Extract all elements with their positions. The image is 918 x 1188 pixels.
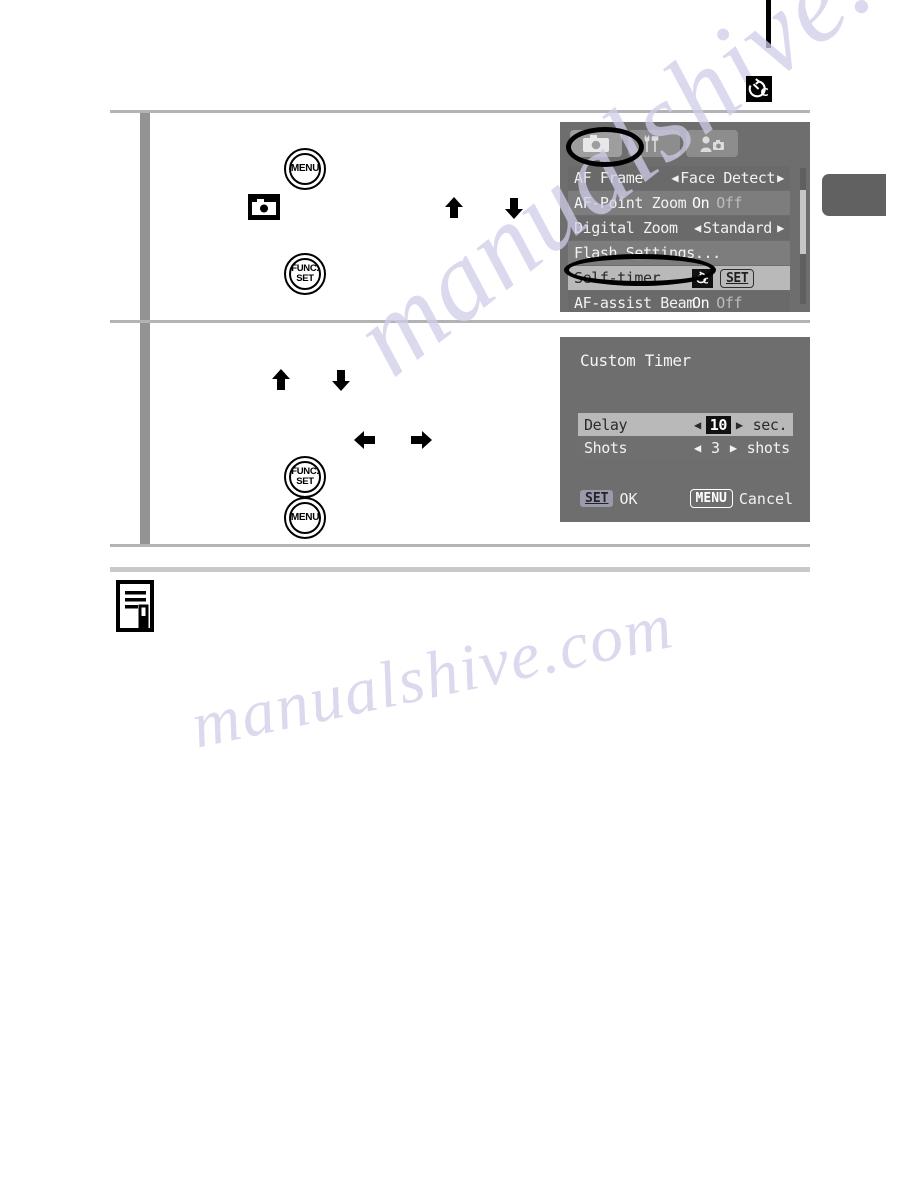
page-header-rule xyxy=(766,0,771,48)
delay-value: 10 xyxy=(705,415,731,434)
option-off[interactable]: Off xyxy=(716,294,742,312)
chevron-right-icon[interactable]: ▶ xyxy=(775,221,790,235)
cancel-label: Cancel xyxy=(738,489,794,508)
chevron-right-icon[interactable]: ▶ xyxy=(775,171,790,185)
option-on[interactable]: On xyxy=(692,294,716,312)
func-set-button-label-bottom: SET xyxy=(296,476,314,487)
func-set-button[interactable]: FUNC. SET xyxy=(284,456,326,498)
option-off[interactable]: Off xyxy=(716,194,742,212)
menu-row-label: AF-assist Beam xyxy=(574,294,695,312)
highlight-oval-self-timer xyxy=(564,254,716,286)
highlight-oval-shooting-tab xyxy=(566,127,644,167)
section-divider-note xyxy=(110,567,810,572)
menu-row-label: AF-Point Zoom xyxy=(574,194,687,212)
custom-timer-row-delay[interactable]: Delay ◀ 10 ▶ sec. xyxy=(578,413,793,436)
row-control: ◀ 10 ▶ sec. xyxy=(692,415,788,434)
chapter-thumb-tab xyxy=(822,174,886,216)
menu-row-digital-zoom[interactable]: Digital Zoom ◀ Standard ▶ xyxy=(568,216,790,240)
menu-row-af-frame[interactable]: AF Frame ◀ Face Detect ▶ xyxy=(568,166,790,190)
section-divider-bottom xyxy=(110,544,810,547)
set-chip: SET xyxy=(580,490,614,507)
menu-scrollbar-thumb[interactable] xyxy=(800,190,806,254)
tab-my-camera[interactable] xyxy=(686,130,738,157)
menu-button-label: MENU xyxy=(290,163,320,174)
menu-scrollbar[interactable] xyxy=(800,168,806,304)
chevron-left-icon[interactable]: ◀ xyxy=(692,441,703,455)
arrow-down-icon xyxy=(330,368,352,392)
menu-button[interactable]: MENU xyxy=(284,497,326,539)
menu-row-label: AF Frame xyxy=(574,169,644,187)
step-group-bar xyxy=(140,112,150,546)
chevron-right-icon[interactable]: ▶ xyxy=(734,418,745,432)
chevron-left-icon[interactable]: ◀ xyxy=(669,171,680,185)
row-control: ◀ 3 ▶ shots xyxy=(692,439,790,457)
menu-item-list: AF Frame ◀ Face Detect ▶ AF-Point Zoom O… xyxy=(568,166,790,312)
shots-value: 3 xyxy=(711,438,720,457)
delay-unit: sec. xyxy=(752,415,788,434)
chevron-left-icon[interactable]: ◀ xyxy=(692,221,703,235)
set-chip[interactable]: SET xyxy=(720,268,755,288)
svg-text:C: C xyxy=(761,86,769,99)
watermark-text-2: manualshive.com xyxy=(185,589,680,763)
note-memo-icon xyxy=(116,580,162,638)
chevron-right-icon[interactable]: ▶ xyxy=(728,441,739,455)
camera-record-icon xyxy=(248,194,280,220)
section-divider-top xyxy=(110,110,810,113)
shots-unit: shots xyxy=(746,438,791,457)
custom-timer-title: Custom Timer xyxy=(580,351,691,370)
custom-timer-row-shots[interactable]: Shots ◀ 3 ▶ shots xyxy=(578,436,793,459)
row-label: Shots xyxy=(584,438,628,457)
option-on[interactable]: On xyxy=(692,194,716,212)
menu-row-value-text: Face Detect xyxy=(680,169,776,187)
arrow-down-icon xyxy=(503,196,525,220)
arrow-up-icon xyxy=(443,196,465,220)
menu-chip: MENU xyxy=(689,489,733,508)
menu-row-af-point-zoom[interactable]: AF-Point Zoom On Off xyxy=(568,191,790,215)
menu-row-value: ◀ Face Detect ▶ xyxy=(669,169,790,187)
footer-cancel-group[interactable]: MENU Cancel xyxy=(689,489,794,508)
func-set-button-label-bottom: SET xyxy=(296,273,314,284)
menu-row-af-assist-beam[interactable]: AF-assist Beam On Off xyxy=(568,291,790,312)
section-divider-mid xyxy=(110,320,810,323)
ok-label: OK xyxy=(619,489,638,508)
menu-row-value-text: Standard xyxy=(702,219,772,237)
chevron-left-icon[interactable]: ◀ xyxy=(692,418,703,432)
arrow-up-icon xyxy=(270,368,292,392)
menu-row-value: ◀ Standard ▶ xyxy=(692,219,790,237)
custom-timer-screen: Custom Timer Delay ◀ 10 ▶ sec. Shots ◀ 3… xyxy=(560,337,810,522)
func-set-button[interactable]: FUNC. SET xyxy=(284,253,326,295)
arrow-right-icon xyxy=(409,429,432,453)
arrow-left-icon xyxy=(353,429,375,453)
row-label: Delay xyxy=(584,415,628,434)
custom-timer-footer: SET OK MENU Cancel xyxy=(580,489,793,508)
menu-row-label: Digital Zoom xyxy=(574,219,678,237)
custom-self-timer-icon: C xyxy=(746,76,772,102)
menu-button[interactable]: MENU xyxy=(284,148,326,190)
menu-row-value: On Off xyxy=(692,194,790,212)
menu-button-label: MENU xyxy=(290,512,320,523)
footer-ok-group[interactable]: SET OK xyxy=(580,490,638,508)
menu-row-value: On Off xyxy=(692,294,790,312)
custom-timer-rows: Delay ◀ 10 ▶ sec. Shots ◀ 3 ▶ shots xyxy=(578,413,793,459)
